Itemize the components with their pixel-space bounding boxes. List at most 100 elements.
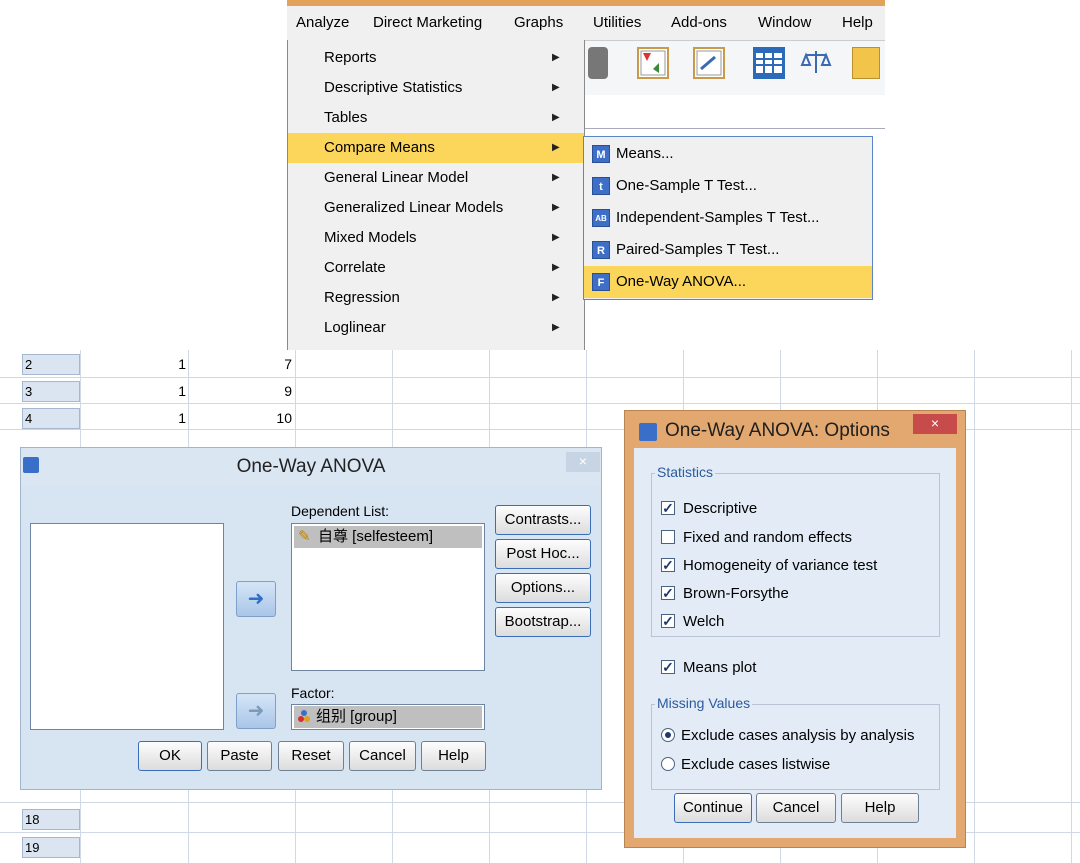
submenu-arrow-icon: ▶ xyxy=(552,262,560,273)
submenu-item-paired-samples-t-test[interactable]: R Paired-Samples T Test... xyxy=(584,234,872,266)
grid-cell[interactable]: 1 xyxy=(86,406,186,431)
ok-button[interactable]: OK xyxy=(138,741,202,771)
move-to-dependent-button[interactable]: ➜ xyxy=(236,581,276,617)
menu-item-label: Mixed Models xyxy=(324,229,417,246)
menu-analyze[interactable]: Analyze xyxy=(296,14,349,31)
menu-window[interactable]: Window xyxy=(758,14,811,31)
help-button[interactable]: Help xyxy=(841,793,919,823)
cancel-button[interactable]: Cancel xyxy=(756,793,836,823)
checkbox-box xyxy=(661,530,675,544)
menu-item-regression[interactable]: Regression ▶ xyxy=(288,283,584,313)
menu-item-label: Regression xyxy=(324,289,400,306)
checkbox-box: ✓ xyxy=(661,659,675,675)
menu-utilities[interactable]: Utilities xyxy=(593,14,641,31)
submenu-arrow-icon: ▶ xyxy=(552,112,560,123)
grid-cell[interactable]: 1 xyxy=(86,352,186,377)
variable-list[interactable] xyxy=(30,523,224,730)
factor-item[interactable]: 组别 [group] xyxy=(294,706,482,728)
grid-cell[interactable]: 1 xyxy=(86,379,186,404)
missing-values-label: Missing Values xyxy=(655,695,753,711)
menu-item-mixed-models[interactable]: Mixed Models ▶ xyxy=(288,223,584,253)
menu-graphs[interactable]: Graphs xyxy=(514,14,563,31)
close-button[interactable]: × xyxy=(566,452,600,472)
options-button[interactable]: Options... xyxy=(495,573,591,603)
compare-means-submenu: M Means... t One-Sample T Test... AB Indepe… xyxy=(583,136,873,300)
checkbox-label: Homogeneity of variance test xyxy=(683,557,878,574)
menu-item-reports[interactable]: Reports ▶ xyxy=(288,43,584,73)
radio-label: Exclude cases analysis by analysis xyxy=(681,727,915,744)
independent-samples-icon: AB xyxy=(592,209,610,227)
app-icon xyxy=(639,423,657,441)
menu-item-generalized-linear-models[interactable]: Generalized Linear Models ▶ xyxy=(288,193,584,223)
help-button[interactable]: Help xyxy=(421,741,486,771)
submenu-item-one-sample-t-test[interactable]: t One-Sample T Test... xyxy=(584,170,872,202)
checkbox-label: Brown-Forsythe xyxy=(683,585,789,602)
post-hoc-button[interactable]: Post Hoc... xyxy=(495,539,591,569)
move-to-factor-button[interactable]: ➜ xyxy=(236,693,276,729)
insert-cases-icon[interactable] xyxy=(637,47,669,79)
split-file-icon[interactable] xyxy=(753,47,785,79)
continue-button[interactable]: Continue xyxy=(674,793,752,823)
menu-item-correlate[interactable]: Correlate ▶ xyxy=(288,253,584,283)
dependent-list-label: Dependent List: xyxy=(291,503,390,519)
checkbox-box: ✓ xyxy=(661,500,675,516)
row-header[interactable]: 19 xyxy=(22,837,80,858)
toolbar xyxy=(585,40,885,135)
submenu-item-one-way-anova[interactable]: F One-Way ANOVA... xyxy=(584,266,872,298)
radio-label: Exclude cases listwise xyxy=(681,756,831,773)
grid-cell[interactable]: 9 xyxy=(192,379,292,404)
row-header[interactable]: 4 xyxy=(22,408,80,429)
submenu-item-independent-samples-t-test[interactable]: AB Independent-Samples T Test... xyxy=(584,202,872,234)
menu-item-loglinear[interactable]: Loglinear ▶ xyxy=(288,313,584,343)
toolbar-icon[interactable] xyxy=(588,47,608,79)
row-header[interactable]: 18 xyxy=(22,809,80,830)
row-header[interactable]: 2 xyxy=(22,354,80,375)
paste-button[interactable]: Paste xyxy=(207,741,272,771)
menu-item-label: Generalized Linear Models xyxy=(324,199,504,216)
select-cases-icon[interactable] xyxy=(852,47,880,79)
contrasts-button[interactable]: Contrasts... xyxy=(495,505,591,535)
factor-label: Factor: xyxy=(291,685,335,701)
dialog-title: One-Way ANOVA: Options xyxy=(665,420,890,441)
cancel-button[interactable]: Cancel xyxy=(349,741,416,771)
grid-cell[interactable]: 7 xyxy=(192,352,292,377)
submenu-item-label: Paired-Samples T Test... xyxy=(616,241,780,258)
menu-item-label: Tables xyxy=(324,109,368,126)
radio-dot xyxy=(661,728,675,742)
menu-item-compare-means[interactable]: Compare Means ▶ xyxy=(288,133,584,163)
nominal-variable-icon xyxy=(297,709,311,723)
menu-item-tables[interactable]: Tables ▶ xyxy=(288,103,584,133)
weight-cases-icon[interactable] xyxy=(800,47,832,79)
menu-direct-marketing[interactable]: Direct Marketing xyxy=(373,14,482,31)
menu-item-descriptive-statistics[interactable]: Descriptive Statistics ▶ xyxy=(288,73,584,103)
submenu-arrow-icon: ▶ xyxy=(552,142,560,153)
menu-item-label: General Linear Model xyxy=(324,169,469,186)
menubar: Analyze Direct Marketing Graphs Utilitie… xyxy=(287,0,885,41)
menu-item-label: Loglinear xyxy=(324,319,386,336)
dialog-title: One-Way ANOVA xyxy=(236,456,386,477)
factor-field[interactable]: 组别 [group] xyxy=(291,704,485,730)
reset-button[interactable]: Reset xyxy=(278,741,344,771)
submenu-item-label: One-Way ANOVA... xyxy=(616,273,747,290)
checkbox-label: Welch xyxy=(683,613,725,630)
dialog-body: Statistics ✓ Descriptive Fixed and random… xyxy=(634,448,956,838)
analyze-menu: Reports ▶ Descriptive Statistics ▶ Tables ▶… xyxy=(287,40,585,350)
anova-icon: F xyxy=(592,273,610,291)
menu-add-ons[interactable]: Add-ons xyxy=(671,14,727,31)
dependent-list-item[interactable]: 自尊 [selfesteem] xyxy=(294,526,482,548)
row-header[interactable]: 3 xyxy=(22,381,80,402)
insert-variable-icon[interactable] xyxy=(693,47,725,79)
submenu-item-label: Means... xyxy=(616,145,674,162)
paired-samples-icon: R xyxy=(592,241,610,259)
dependent-list[interactable]: 自尊 [selfesteem] ✎ xyxy=(291,523,485,671)
menu-help[interactable]: Help xyxy=(842,14,873,31)
submenu-arrow-icon: ▶ xyxy=(552,82,560,93)
grid-cell[interactable]: 10 xyxy=(192,406,292,431)
ruler-icon: ✎ xyxy=(298,528,311,545)
bootstrap-button[interactable]: Bootstrap... xyxy=(495,607,591,637)
close-button[interactable]: × xyxy=(913,414,957,434)
submenu-item-means[interactable]: M Means... xyxy=(584,138,872,170)
submenu-arrow-icon: ▶ xyxy=(552,292,560,303)
means-icon: M xyxy=(592,145,610,163)
menu-item-general-linear-model[interactable]: General Linear Model ▶ xyxy=(288,163,584,193)
